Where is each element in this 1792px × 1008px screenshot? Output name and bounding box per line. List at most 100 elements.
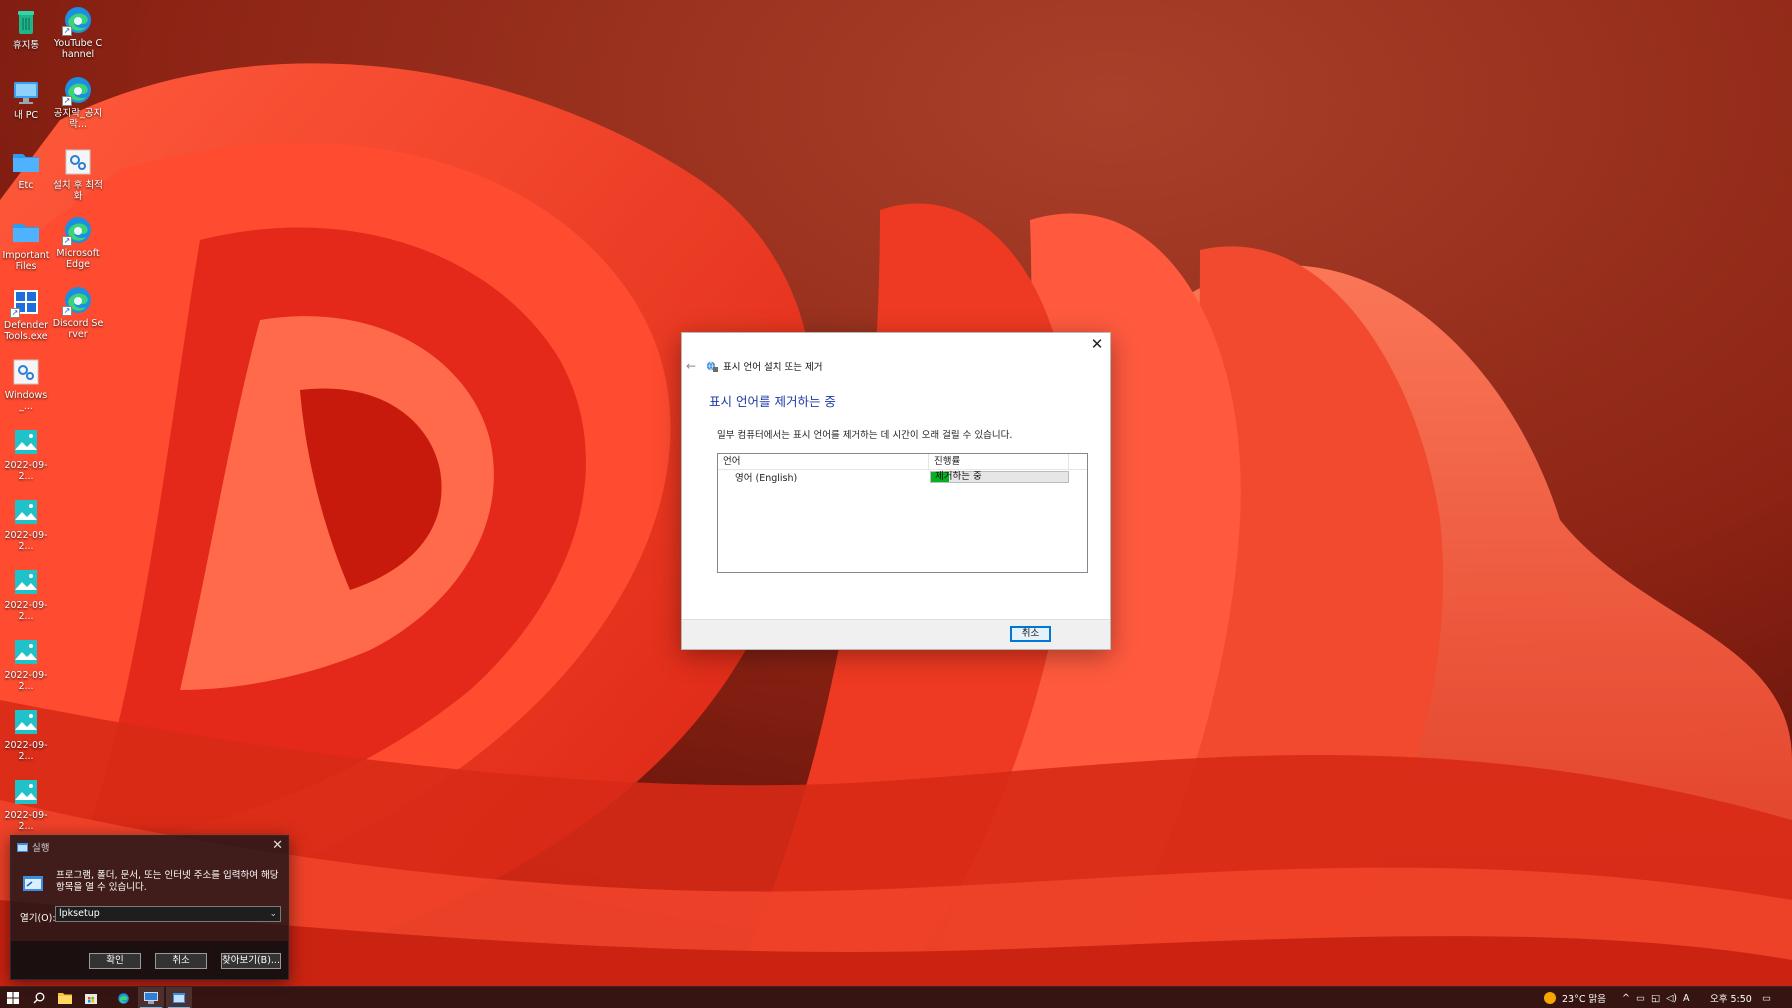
run-message: 프로그램, 폴더, 문서, 또는 인터넷 주소를 입력하여 해당 항목을 열 수… xyxy=(56,870,279,893)
edge-icon: ↗ xyxy=(62,214,94,246)
open-input-value: lpksetup xyxy=(59,908,100,919)
taskbar-run[interactable] xyxy=(166,987,192,1008)
folder-icon xyxy=(10,146,42,178)
run-icon xyxy=(23,876,43,891)
recycle-bin-icon xyxy=(10,6,42,38)
browse-button[interactable]: 찾아보기(B)... xyxy=(221,953,281,969)
desktop-icon-image-3[interactable]: 2022-09-2... xyxy=(0,566,52,622)
edge-icon: ↗ xyxy=(62,4,94,36)
taskbar: 23°C 맑음 ^ ▭ ◱ ◁) A 오후 5:50 ▭ xyxy=(0,986,1792,1008)
taskbar-store[interactable] xyxy=(78,987,104,1008)
shortcut-arrow-icon: ↗ xyxy=(10,308,20,318)
ime-indicator[interactable]: A xyxy=(1683,993,1690,1004)
open-input[interactable]: lpksetup ⌄ xyxy=(55,906,281,922)
edge-icon xyxy=(117,992,129,1004)
progress-status: 제거하는 중 xyxy=(935,471,982,482)
desktop-icon-defender-tools[interactable]: ↗ Defender Tools.exe xyxy=(0,286,52,342)
desktop-icon-etc[interactable]: Etc xyxy=(0,146,52,192)
progress-cell: 제거하는 중 xyxy=(929,471,1069,483)
desktop-icon-windows[interactable]: Windows_... xyxy=(0,356,52,412)
defender-icon: ↗ xyxy=(10,286,42,318)
edge-icon: ↗ xyxy=(62,284,94,316)
shortcut-arrow-icon: ↗ xyxy=(62,306,72,316)
desktop-icon-image-6[interactable]: 2022-09-2... xyxy=(0,776,52,832)
settings-icon xyxy=(62,146,94,178)
language-list: 언어 진행률 영어 (English) 제거하는 중 xyxy=(717,453,1088,573)
run-title-bar: 실행 xyxy=(17,839,49,855)
dialog-heading: 표시 언어를 제거하는 중 xyxy=(709,394,836,409)
language-setup-icon xyxy=(706,361,718,372)
clock[interactable]: 오후 5:50 xyxy=(1710,987,1752,1008)
weather-text: 23°C 맑음 xyxy=(1562,994,1606,1005)
network-icon[interactable]: ◱ xyxy=(1651,993,1660,1004)
dialog-nav-title: 표시 언어 설치 또는 제거 xyxy=(723,362,823,373)
notification-icon: ▭ xyxy=(1762,992,1771,1004)
taskbar-language-setup[interactable] xyxy=(138,987,164,1008)
language-setup-icon xyxy=(144,992,158,1004)
column-header-progress[interactable]: 진행률 xyxy=(929,454,1069,469)
chevron-up-icon[interactable]: ^ xyxy=(1622,993,1630,1004)
chevron-down-icon[interactable]: ⌄ xyxy=(269,907,277,921)
run-title: 실행 xyxy=(32,843,50,854)
ok-button[interactable]: 확인 xyxy=(89,953,141,969)
dialog-nav-bar: ← 표시 언어 설치 또는 제거 xyxy=(686,358,822,374)
image-file-icon xyxy=(10,426,42,458)
shortcut-arrow-icon: ↗ xyxy=(62,236,72,246)
system-tray: ^ ▭ ◱ ◁) A xyxy=(1622,987,1689,1008)
language-removal-dialog: ✕ ← 표시 언어 설치 또는 제거 표시 언어를 제거하는 중 일부 컴퓨터에… xyxy=(681,332,1111,650)
search-button[interactable] xyxy=(26,987,52,1008)
dialog-footer: 취소 xyxy=(682,619,1110,649)
progress-bar: 제거하는 중 xyxy=(930,471,1069,483)
volume-icon[interactable]: ◁) xyxy=(1666,993,1677,1004)
back-arrow-icon[interactable]: ← xyxy=(686,359,700,373)
language-name: 영어 (English) xyxy=(735,473,798,484)
desktop-icon-image-2[interactable]: 2022-09-2... xyxy=(0,496,52,552)
run-dialog: 실행 ✕ 프로그램, 폴더, 문서, 또는 인터넷 주소를 입력하여 해당 항목… xyxy=(10,835,289,980)
this-pc-icon xyxy=(10,76,42,108)
image-file-icon xyxy=(10,776,42,808)
battery-icon[interactable]: ▭ xyxy=(1636,993,1645,1004)
run-cancel-button[interactable]: 취소 xyxy=(155,953,207,969)
desktop-icon-discord-server[interactable]: ↗ Discord Server xyxy=(52,284,104,340)
desktop-icon-notice[interactable]: ↗ 공지락_공지락... xyxy=(52,74,104,130)
desktop-icon-youtube-channel[interactable]: ↗ YouTube Channel xyxy=(52,4,104,60)
start-button[interactable] xyxy=(0,987,26,1008)
cancel-button[interactable]: 취소 xyxy=(1010,626,1051,642)
shortcut-arrow-icon: ↗ xyxy=(62,96,72,106)
list-item[interactable]: 영어 (English) 제거하는 중 xyxy=(718,470,1087,484)
folder-icon xyxy=(10,216,42,248)
desktop-icon-important-files[interactable]: Important Files xyxy=(0,216,52,272)
run-icon xyxy=(173,993,185,1003)
sun-icon xyxy=(1544,992,1556,1004)
open-label: 열기(O): xyxy=(20,913,56,924)
desktop-icon-microsoft-edge[interactable]: ↗ Microsoft Edge xyxy=(52,214,104,270)
run-close-button[interactable]: ✕ xyxy=(272,838,283,854)
desktop-icon-image-1[interactable]: 2022-09-2... xyxy=(0,426,52,482)
weather-widget[interactable]: 23°C 맑음 xyxy=(1544,987,1606,1008)
image-file-icon xyxy=(10,496,42,528)
store-icon xyxy=(85,994,97,1004)
settings-icon xyxy=(10,356,42,388)
dialog-description: 일부 컴퓨터에서는 표시 언어를 제거하는 데 시간이 오래 걸릴 수 있습니다… xyxy=(717,430,1013,441)
desktop-icon-image-5[interactable]: 2022-09-2... xyxy=(0,706,52,762)
image-file-icon xyxy=(10,706,42,738)
edge-icon: ↗ xyxy=(62,74,94,106)
desktop-icon-recycle-bin[interactable]: 휴지통 xyxy=(0,6,52,52)
list-header: 언어 진행률 xyxy=(718,454,1087,470)
image-file-icon xyxy=(10,636,42,668)
clock-time: 오후 5:50 xyxy=(1710,994,1752,1005)
notification-button[interactable]: ▭ xyxy=(1762,987,1771,1008)
image-file-icon xyxy=(10,566,42,598)
run-icon xyxy=(17,842,28,852)
desktop-icon-this-pc[interactable]: 내 PC xyxy=(0,76,52,122)
dialog-close-button[interactable]: ✕ xyxy=(1088,335,1106,353)
taskbar-file-explorer[interactable] xyxy=(52,987,78,1008)
search-icon xyxy=(33,992,45,1004)
desktop-icon-post-install-optimize[interactable]: 설치 후 최적화 xyxy=(52,146,104,202)
desktop-icon-image-4[interactable]: 2022-09-2... xyxy=(0,636,52,692)
taskbar-edge[interactable] xyxy=(110,987,136,1008)
run-button-bar: 확인 취소 찾아보기(B)... xyxy=(11,941,288,979)
file-explorer-icon xyxy=(58,993,72,1004)
column-header-language[interactable]: 언어 xyxy=(718,454,929,469)
shortcut-arrow-icon: ↗ xyxy=(62,26,72,36)
